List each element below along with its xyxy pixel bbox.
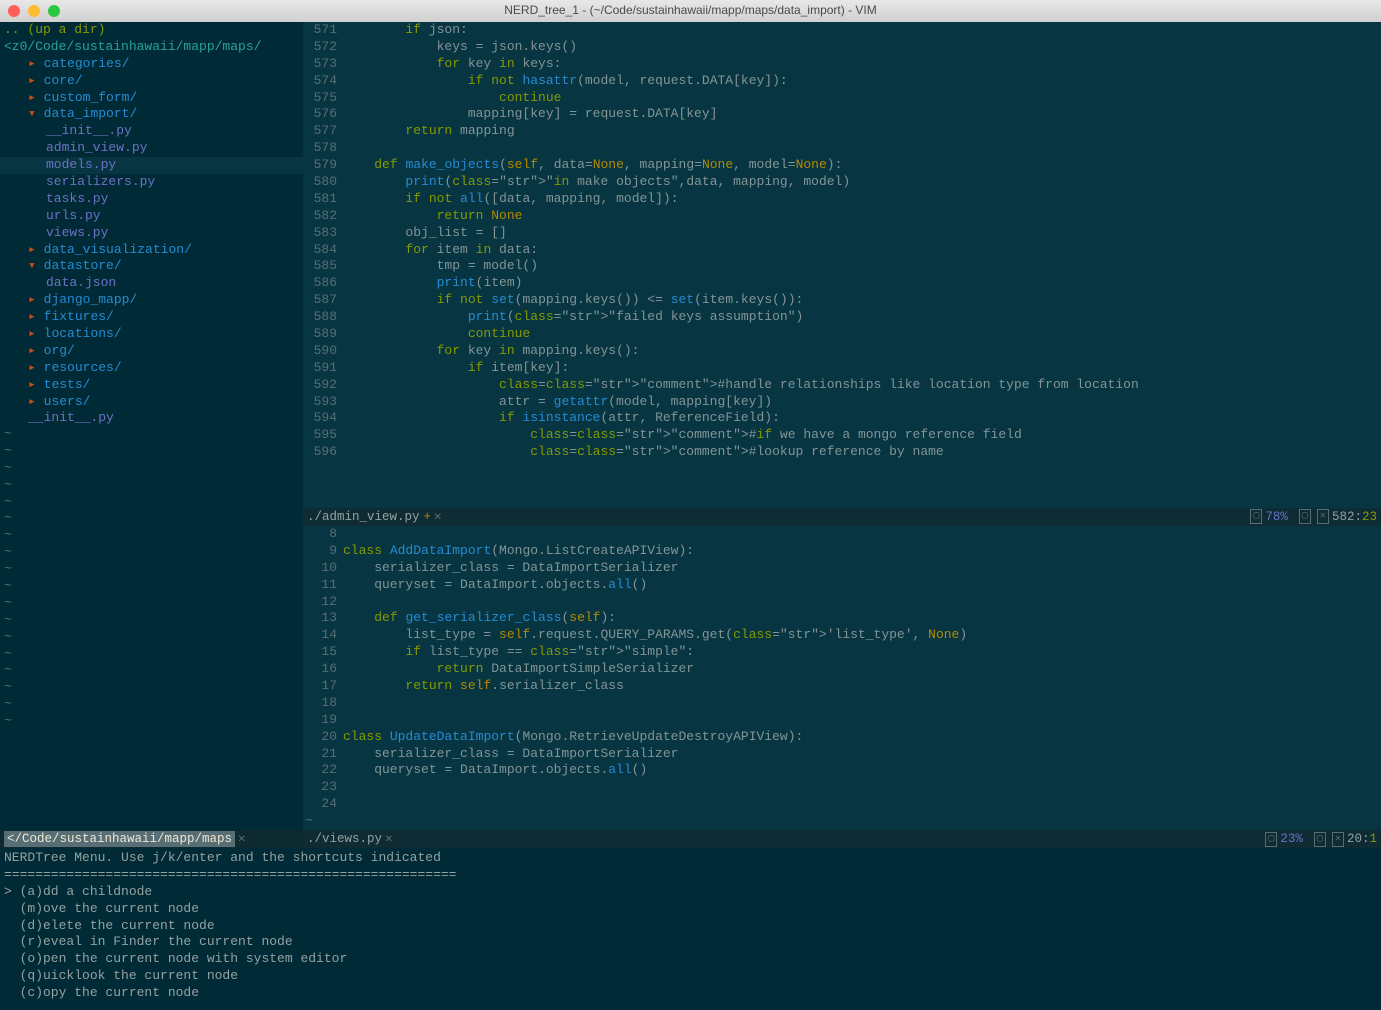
- tree-folder[interactable]: ▸ org/: [0, 343, 303, 360]
- code-content[interactable]: if json: keys = json.keys() for key in k…: [343, 22, 1381, 508]
- window-title: NERD_tree_1 - (~/Code/sustainhawaii/mapp…: [504, 3, 877, 19]
- chevron-right-icon[interactable]: ▸: [28, 242, 44, 257]
- box-icon: ✕: [1332, 832, 1344, 847]
- close-icon[interactable]: ✕: [434, 509, 442, 525]
- menu-item[interactable]: (m)ove the current node: [4, 901, 1377, 918]
- tree-file[interactable]: __init__.py: [0, 123, 303, 140]
- tree-file[interactable]: tasks.py: [0, 191, 303, 208]
- tree-folder[interactable]: ▸ users/: [0, 394, 303, 411]
- tree-folder[interactable]: ▸ core/: [0, 73, 303, 90]
- editor-pane-top[interactable]: 5715725735745755765775785795805815825835…: [303, 22, 1381, 526]
- scroll-percent: 78%: [1265, 509, 1288, 525]
- menu-item[interactable]: (r)eveal in Finder the current node: [4, 934, 1377, 951]
- close-icon[interactable]: ✕: [385, 831, 393, 847]
- menu-item[interactable]: (o)pen the current node with system edit…: [4, 951, 1377, 968]
- nerdtree-sidebar[interactable]: .. (up a dir)<z0/Code/sustainhawaii/mapp…: [0, 22, 303, 848]
- menu-item[interactable]: (q)uicklook the current node: [4, 968, 1377, 985]
- menu-item[interactable]: (c)opy the current node: [4, 985, 1377, 1002]
- chevron-right-icon[interactable]: ▸: [28, 292, 44, 307]
- box-icon: ▢: [1314, 832, 1326, 847]
- close-icon[interactable]: ✕: [238, 831, 246, 847]
- editor-pane-bottom[interactable]: 89101112131415161718192021222324~ class …: [303, 526, 1381, 848]
- tree-file[interactable]: views.py: [0, 225, 303, 242]
- tree-folder[interactable]: ▸ fixtures/: [0, 309, 303, 326]
- chevron-down-icon[interactable]: ▾: [28, 258, 44, 273]
- tree-folder[interactable]: ▸ categories/: [0, 56, 303, 73]
- modified-indicator: +: [424, 509, 432, 525]
- tree-file[interactable]: urls.py: [0, 208, 303, 225]
- sidebar-statusline: </Code/sustainhawaii/mapp/maps ✕: [0, 830, 303, 848]
- chevron-right-icon[interactable]: ▸: [28, 360, 44, 375]
- chevron-right-icon[interactable]: ▸: [28, 343, 44, 358]
- tree-folder[interactable]: ▸ data_visualization/: [0, 242, 303, 259]
- tree-folder[interactable]: ▸ django_mapp/: [0, 292, 303, 309]
- statusline-top: ./admin_view.py + ✕ ▢ 78% ▢ ✕ 582:23: [303, 508, 1381, 526]
- tree-folder[interactable]: ▸ resources/: [0, 360, 303, 377]
- chevron-right-icon[interactable]: ▸: [28, 326, 44, 341]
- filename: ./views.py: [307, 831, 382, 847]
- box-icon: ▢: [1299, 509, 1311, 524]
- chevron-right-icon[interactable]: ▸: [28, 73, 44, 88]
- minimize-window-button[interactable]: [28, 5, 40, 17]
- tree-file[interactable]: admin_view.py: [0, 140, 303, 157]
- cursor-position: 20:1: [1347, 831, 1377, 847]
- line-gutter: 5715725735745755765775785795805815825835…: [303, 22, 343, 508]
- tree-folder[interactable]: ▸ tests/: [0, 377, 303, 394]
- cursor-position: 582:23: [1332, 509, 1377, 525]
- chevron-right-icon[interactable]: ▸: [28, 394, 44, 409]
- tree-file[interactable]: __init__.py: [0, 410, 303, 426]
- tree-file[interactable]: models.py: [0, 157, 303, 174]
- chevron-down-icon[interactable]: ▾: [28, 106, 44, 121]
- tree-folder[interactable]: ▸ locations/: [0, 326, 303, 343]
- file-tree[interactable]: .. (up a dir)<z0/Code/sustainhawaii/mapp…: [0, 22, 303, 426]
- chevron-right-icon[interactable]: ▸: [28, 377, 44, 392]
- line-gutter: 89101112131415161718192021222324~: [303, 526, 343, 830]
- chevron-right-icon[interactable]: ▸: [28, 56, 44, 71]
- close-window-button[interactable]: [8, 5, 20, 17]
- box-icon: ▢: [1265, 832, 1277, 847]
- sidebar-path: </Code/sustainhawaii/mapp/maps: [4, 831, 235, 847]
- tree-root-path: <z0/Code/sustainhawaii/mapp/maps/: [0, 39, 303, 56]
- tree-folder[interactable]: ▾ data_import/: [0, 106, 303, 123]
- tree-folder[interactable]: ▸ custom_form/: [0, 90, 303, 107]
- tree-up-dir[interactable]: .. (up a dir): [0, 22, 303, 39]
- chevron-right-icon[interactable]: ▸: [28, 309, 44, 324]
- tree-file[interactable]: data.json: [0, 275, 303, 292]
- menu-item[interactable]: > (a)dd a childnode: [4, 884, 1377, 901]
- box-icon: ✕: [1317, 509, 1329, 524]
- box-icon: ▢: [1250, 509, 1262, 524]
- tree-file[interactable]: serializers.py: [0, 174, 303, 191]
- filename: ./admin_view.py: [307, 509, 420, 525]
- statusline-bottom: ./views.py ✕ ▢ 23% ▢ ✕ 20:1: [303, 830, 1381, 848]
- menu-header: NERDTree Menu. Use j/k/enter and the sho…: [4, 850, 1377, 867]
- maximize-window-button[interactable]: [48, 5, 60, 17]
- code-content[interactable]: class AddDataImport(Mongo.ListCreateAPIV…: [343, 526, 1381, 830]
- tree-folder[interactable]: ▾ datastore/: [0, 258, 303, 275]
- menu-separator: ========================================…: [4, 867, 1377, 884]
- window-titlebar: NERD_tree_1 - (~/Code/sustainhawaii/mapp…: [0, 0, 1381, 22]
- menu-item[interactable]: (d)elete the current node: [4, 918, 1377, 935]
- nerdtree-menu[interactable]: NERDTree Menu. Use j/k/enter and the sho…: [0, 848, 1381, 1010]
- chevron-right-icon[interactable]: ▸: [28, 90, 44, 105]
- scroll-percent: 23%: [1280, 831, 1303, 847]
